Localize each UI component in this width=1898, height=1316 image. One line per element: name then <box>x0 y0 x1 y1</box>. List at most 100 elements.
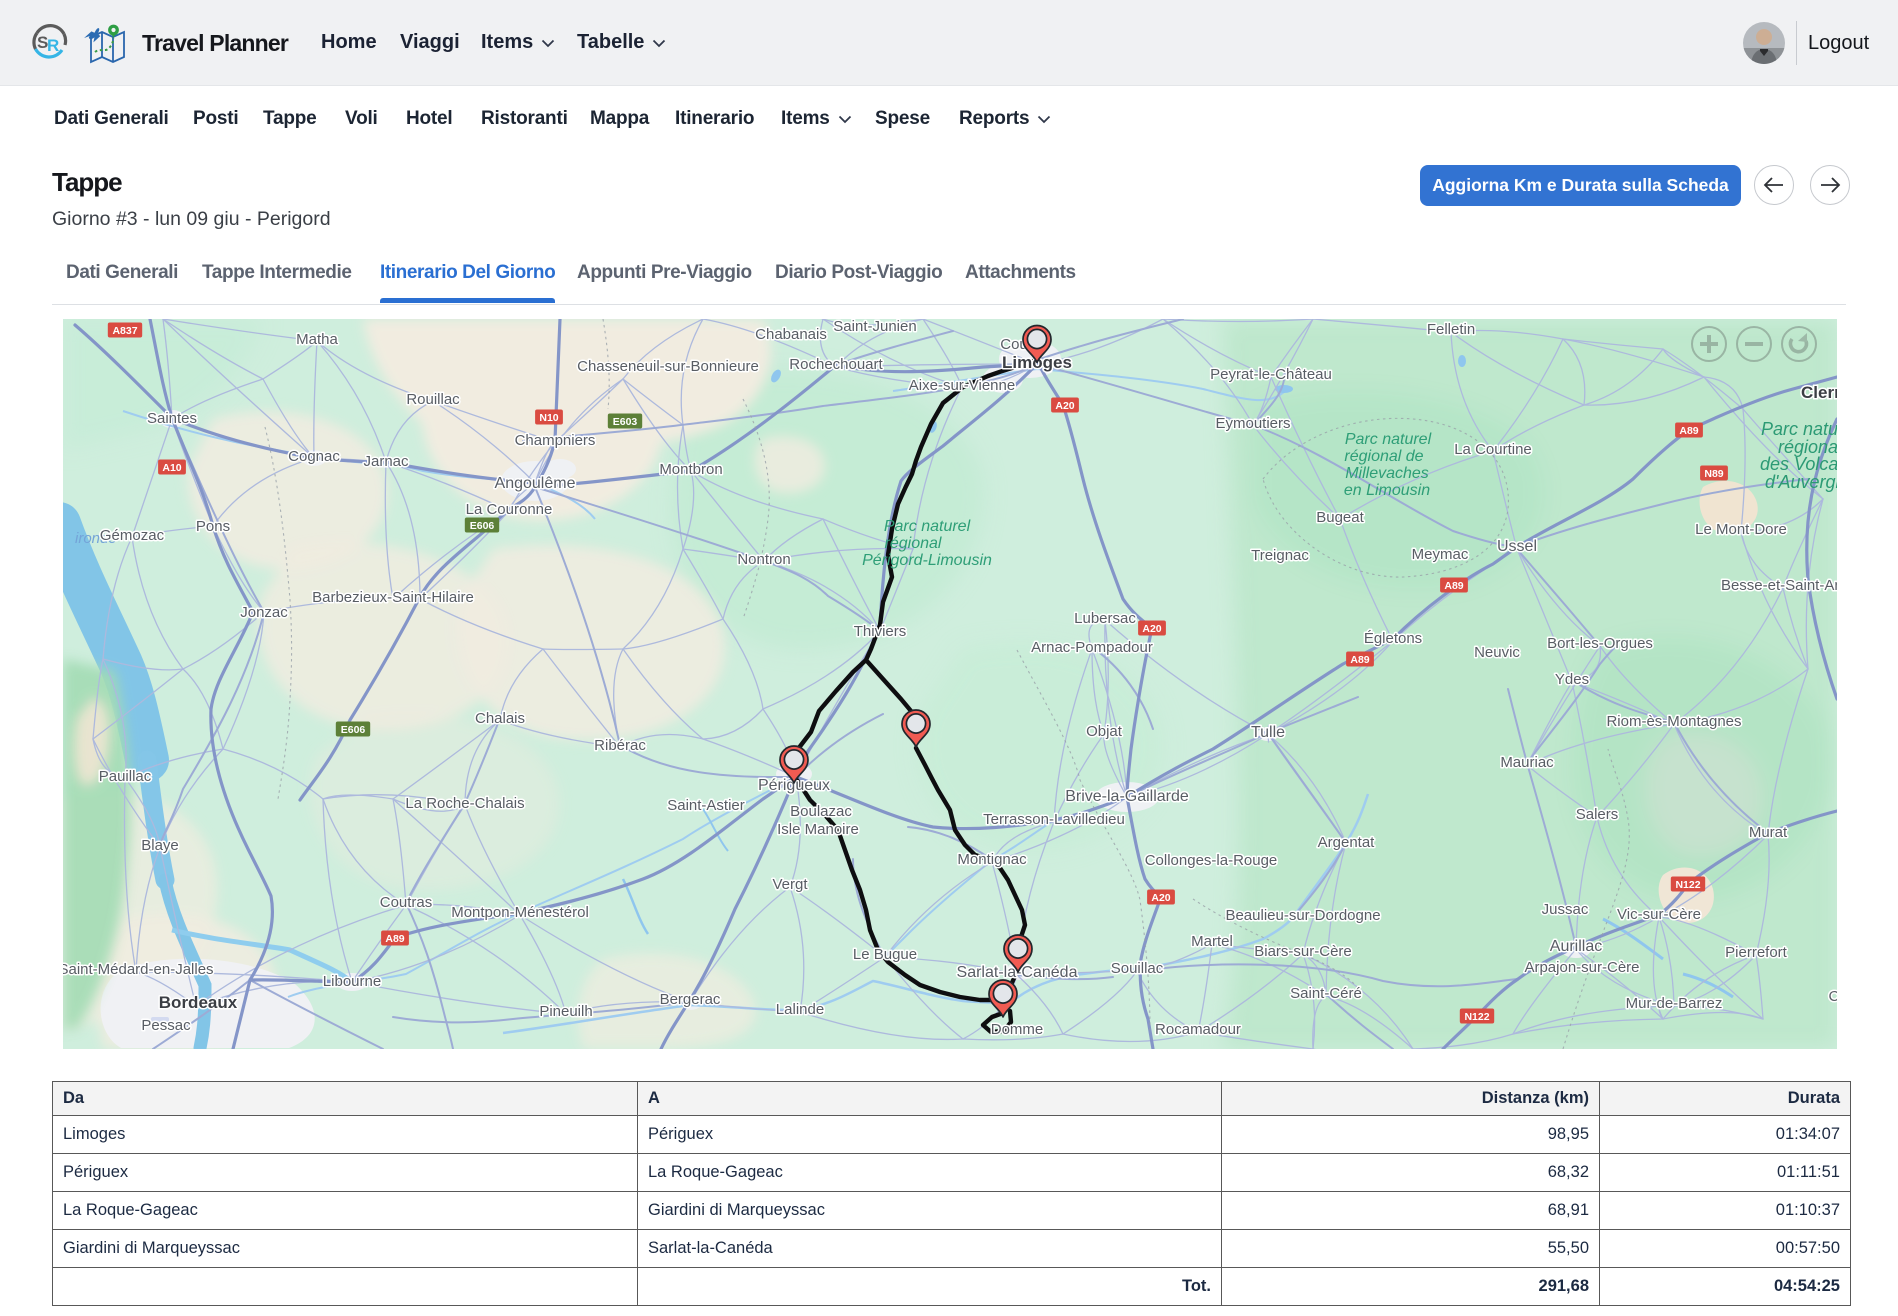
svg-text:Chabanais: Chabanais <box>755 326 827 343</box>
svg-text:d'Auvergn: d'Auvergn <box>1765 472 1837 492</box>
svg-text:Beaulieu-sur-Dordogne: Beaulieu-sur-Dordogne <box>1225 907 1380 924</box>
svg-text:Jarnac: Jarnac <box>363 453 409 470</box>
svg-text:Montbron: Montbron <box>659 461 722 478</box>
svg-text:N89: N89 <box>1704 468 1723 480</box>
svg-text:Rouillac: Rouillac <box>406 391 460 408</box>
svg-text:A89: A89 <box>1444 580 1463 592</box>
svg-text:Argentat: Argentat <box>1318 834 1376 851</box>
svg-text:Tulle: Tulle <box>1251 724 1285 741</box>
svg-text:Souillac: Souillac <box>1111 960 1164 977</box>
svg-text:Jonzac: Jonzac <box>240 604 288 621</box>
svg-text:Felletin: Felletin <box>1427 321 1475 338</box>
svg-text:Montignac: Montignac <box>957 851 1027 868</box>
svg-text:Vergt: Vergt <box>772 876 808 893</box>
svg-text:Aurillac: Aurillac <box>1550 938 1602 955</box>
svg-text:Objat: Objat <box>1086 723 1123 740</box>
svg-text:des Volcan: des Volcan <box>1760 454 1837 474</box>
svg-text:Neuvic: Neuvic <box>1474 644 1520 661</box>
svg-text:Thiviers: Thiviers <box>854 623 907 640</box>
svg-text:A20: A20 <box>1142 623 1161 635</box>
svg-text:Pierrefort: Pierrefort <box>1725 944 1788 961</box>
svg-text:R: R <box>47 36 59 55</box>
svg-text:N10: N10 <box>539 412 558 424</box>
svg-text:Jussac: Jussac <box>1542 901 1589 918</box>
svg-text:Chasseneuil-sur-Bonnieure: Chasseneuil-sur-Bonnieure <box>577 358 759 375</box>
svg-text:Champniers: Champniers <box>515 432 596 449</box>
svg-text:Coutras: Coutras <box>380 894 433 911</box>
svg-text:Arnac-Pompadour: Arnac-Pompadour <box>1031 639 1153 656</box>
svg-text:Isle Manoire: Isle Manoire <box>777 821 859 838</box>
svg-text:N122: N122 <box>1464 1011 1489 1023</box>
svg-text:Aixe-sur-Vienne: Aixe-sur-Vienne <box>909 377 1015 394</box>
svg-text:Ydes: Ydes <box>1555 671 1589 688</box>
svg-text:Besse-et-Saint-Ana: Besse-et-Saint-Ana <box>1721 577 1837 594</box>
svg-text:Millevaches: Millevaches <box>1345 465 1429 482</box>
svg-text:Rochechouart: Rochechouart <box>789 356 883 373</box>
svg-text:Mur-de-Barrez: Mur-de-Barrez <box>1626 995 1723 1012</box>
svg-text:Blaye: Blaye <box>141 837 179 854</box>
svg-text:Riom-ès-Montagnes: Riom-ès-Montagnes <box>1606 713 1741 730</box>
svg-text:Lubersac: Lubersac <box>1074 610 1136 627</box>
svg-text:Saint-Astier: Saint-Astier <box>667 797 745 814</box>
svg-text:N122: N122 <box>1675 879 1700 891</box>
svg-text:Matha: Matha <box>296 331 338 348</box>
svg-text:Chalais: Chalais <box>475 710 525 727</box>
svg-text:Saint-Céré: Saint-Céré <box>1290 985 1362 1002</box>
svg-text:Brive-la-Gaillarde: Brive-la-Gaillarde <box>1065 788 1189 805</box>
svg-text:Lalinde: Lalinde <box>776 1001 824 1018</box>
svg-text:Bordeaux: Bordeaux <box>159 993 238 1012</box>
svg-text:A89: A89 <box>385 933 404 945</box>
svg-text:La Roche-Chalais: La Roche-Chalais <box>405 795 524 812</box>
svg-text:A10: A10 <box>162 462 181 474</box>
svg-text:régional de: régional de <box>1344 448 1423 465</box>
svg-text:Meymac: Meymac <box>1412 546 1469 563</box>
svg-text:La Couronne: La Couronne <box>466 501 553 518</box>
svg-text:Martel: Martel <box>1191 933 1233 950</box>
svg-text:Peyrat-le-Château: Peyrat-le-Château <box>1210 366 1332 383</box>
svg-text:Nontron: Nontron <box>737 551 790 568</box>
svg-text:Le Bugue: Le Bugue <box>853 946 917 963</box>
svg-text:A20: A20 <box>1151 892 1170 904</box>
svg-text:E603: E603 <box>613 416 638 428</box>
svg-text:Vic-sur-Cère: Vic-sur-Cère <box>1617 906 1701 923</box>
svg-text:Périgord-Limousin: Périgord-Limousin <box>862 552 992 569</box>
svg-text:Biars-sur-Cère: Biars-sur-Cère <box>1254 943 1352 960</box>
svg-text:Chaudes-: Chaudes- <box>1828 988 1837 1005</box>
svg-text:Angoulême: Angoulême <box>495 475 576 492</box>
svg-text:Bergerac: Bergerac <box>660 991 721 1008</box>
svg-text:Barbezieux-Saint-Hilaire: Barbezieux-Saint-Hilaire <box>312 589 474 606</box>
svg-text:Treignac: Treignac <box>1251 547 1309 564</box>
svg-text:Saint-Médard-en-Jalles: Saint-Médard-en-Jalles <box>63 961 214 978</box>
svg-text:Terrasson-Lavilledieu: Terrasson-Lavilledieu <box>983 811 1125 828</box>
svg-text:Montpon-Ménestérol: Montpon-Ménestérol <box>451 904 589 921</box>
svg-text:La Courtine: La Courtine <box>1454 441 1532 458</box>
svg-text:en Limousin: en Limousin <box>1344 482 1430 499</box>
svg-text:Égletons: Égletons <box>1364 630 1422 647</box>
svg-text:Murat: Murat <box>1749 824 1788 841</box>
svg-text:Bort-les-Orgues: Bort-les-Orgues <box>1547 635 1653 652</box>
svg-text:Pauillac: Pauillac <box>99 768 152 785</box>
svg-text:Eymoutiers: Eymoutiers <box>1215 415 1290 432</box>
svg-text:Domme: Domme <box>991 1021 1044 1038</box>
svg-text:Saint-Junien: Saint-Junien <box>833 319 916 335</box>
svg-text:Parc natur: Parc natur <box>1761 419 1837 439</box>
svg-text:Libourne: Libourne <box>323 973 381 990</box>
svg-text:Ussel: Ussel <box>1497 538 1537 555</box>
svg-text:Salers: Salers <box>1576 806 1619 823</box>
svg-text:Pons: Pons <box>196 518 230 535</box>
svg-text:E606: E606 <box>470 520 495 532</box>
svg-text:Pineuilh: Pineuilh <box>539 1003 592 1020</box>
svg-text:Clern: Clern <box>1801 383 1837 402</box>
svg-text:Ribérac: Ribérac <box>594 737 646 754</box>
svg-text:Boulazac: Boulazac <box>790 803 852 820</box>
svg-text:Collonges-la-Rouge: Collonges-la-Rouge <box>1145 852 1278 869</box>
svg-text:Parc naturel: Parc naturel <box>884 518 971 535</box>
svg-text:Mauriac: Mauriac <box>1500 754 1554 771</box>
svg-text:Rocamadour: Rocamadour <box>1155 1021 1241 1038</box>
svg-text:Saintes: Saintes <box>147 410 197 427</box>
svg-text:E606: E606 <box>341 724 366 736</box>
svg-text:A89: A89 <box>1350 654 1369 666</box>
svg-text:A20: A20 <box>1055 400 1074 412</box>
svg-text:Pessac: Pessac <box>141 1017 191 1034</box>
svg-text:A837: A837 <box>112 325 137 337</box>
